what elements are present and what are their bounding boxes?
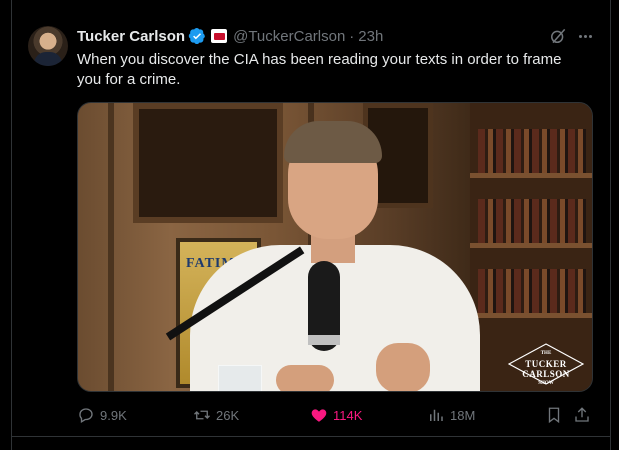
- author-handle[interactable]: @TuckerCarlson: [233, 28, 345, 45]
- repost-count: 26K: [216, 407, 240, 423]
- divider: [11, 436, 611, 437]
- timestamp[interactable]: 23h: [358, 28, 383, 45]
- reply-icon: [79, 408, 93, 423]
- views-icon: [430, 409, 443, 421]
- separator: ·: [349, 27, 355, 45]
- window-frame: [133, 103, 283, 223]
- views-count: 18M: [450, 407, 476, 423]
- views-button[interactable]: 18M: [427, 404, 475, 426]
- action-bar: 9.9K 26K 114K 18M: [77, 404, 593, 426]
- host-hand: [376, 343, 430, 391]
- share-button[interactable]: [573, 404, 591, 426]
- bookmark-button[interactable]: [545, 404, 563, 426]
- repost-button[interactable]: 26K: [193, 404, 239, 426]
- repost-icon: [194, 410, 210, 420]
- water-glass: [218, 365, 262, 391]
- like-button[interactable]: 114K: [310, 404, 362, 426]
- tweet-video[interactable]: FATIMA THE TUCKER CARLSON SHOW: [77, 102, 593, 392]
- grok-icon[interactable]: [548, 26, 568, 46]
- avatar[interactable]: [28, 26, 68, 66]
- more-icon[interactable]: [576, 26, 594, 46]
- author-name[interactable]: Tucker Carlson: [77, 28, 185, 45]
- share-icon: [575, 407, 589, 422]
- like-icon: [311, 409, 327, 422]
- microphone-band: [308, 335, 340, 345]
- show-logo-text: THE TUCKER CARLSON SHOW: [522, 351, 570, 386]
- reply-count: 9.9K: [100, 407, 127, 423]
- tweet-header: Tucker Carlson @TuckerCarlson · 23h: [77, 26, 383, 46]
- bookmark-icon: [548, 407, 560, 424]
- verified-badge-icon[interactable]: [188, 27, 206, 45]
- host-hand: [276, 365, 334, 391]
- tweet-text: When you discover the CIA has been readi…: [77, 51, 562, 88]
- affiliate-badge-icon[interactable]: [211, 29, 228, 43]
- reply-button[interactable]: 9.9K: [77, 404, 127, 426]
- host-hair: [284, 121, 382, 163]
- like-count: 114K: [333, 407, 363, 423]
- wall-beam: [108, 103, 114, 391]
